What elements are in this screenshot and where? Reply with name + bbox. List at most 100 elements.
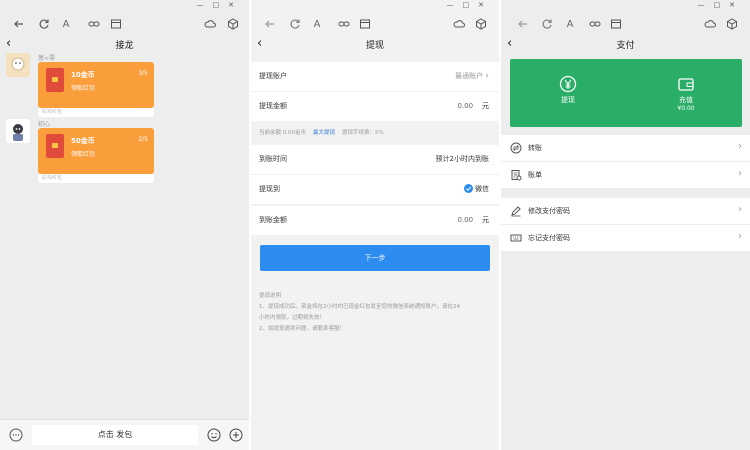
withdraw-amount-row: 提现金额 0.00 元	[251, 92, 499, 121]
avatar[interactable]	[6, 119, 30, 143]
toolbar: A	[251, 13, 499, 37]
red-packet-footer: 彩鸡红包	[38, 108, 154, 117]
page-title: 提现	[365, 41, 384, 51]
red-envelope-icon	[46, 68, 64, 92]
next-step-button[interactable]: 下一步	[260, 245, 490, 271]
nickname: 初心	[38, 121, 51, 128]
cloud-icon[interactable]	[203, 17, 217, 31]
arrival-amount-label: 到账金额	[259, 216, 287, 224]
menu-item-label: 忘记支付密码	[528, 234, 570, 242]
window-icon[interactable]	[609, 17, 623, 31]
input-bar: 点击 发包	[0, 419, 249, 450]
withdraw-account-value: 最通账户 ›	[455, 71, 489, 81]
emoji-icon[interactable]	[207, 428, 221, 442]
transfer-icon	[510, 142, 522, 154]
notes-line: 2、如提现遇到问题，请联系客服！	[259, 326, 346, 332]
withdraw-header: ‹ 提现	[251, 36, 499, 54]
close-icon[interactable]: ✕	[228, 1, 243, 9]
wallet-card: 提现 充值 ¥0.00	[510, 59, 742, 127]
recharge-amount: ¥0.00	[677, 105, 695, 112]
red-packet-count: 2/5	[138, 136, 148, 143]
withdraw-to-label: 提现到	[259, 185, 280, 193]
cube-icon[interactable]	[226, 17, 240, 31]
max-withdraw-link[interactable]: 最大提现	[313, 130, 335, 136]
window-controls: —□✕	[251, 0, 499, 9]
pay-panel: —□✕ A ‹ 支付 提现 充值 ¥0.00 转账 › 账单 › 修改支付密码 …	[501, 0, 750, 450]
wallet-icon	[678, 78, 694, 91]
red-packet[interactable]: 10金币 领取红包 3/5 彩鸡红包	[38, 62, 154, 117]
page-title: 接龙	[115, 41, 134, 51]
cloud-icon[interactable]	[703, 17, 717, 31]
minimize-icon[interactable]: —	[197, 1, 213, 9]
close-icon[interactable]: ✕	[729, 1, 744, 9]
menu-item-forgot-password[interactable]: 忘记支付密码 ›	[501, 225, 750, 251]
back-arrow-icon[interactable]	[516, 17, 530, 31]
pay-menu-group-2: 修改支付密码 › 忘记支付密码 ›	[501, 198, 750, 251]
withdraw-panel: —□✕ A ‹ 提现 提现账户 最通账户 › 提现金额 0.00 元 当前余额 …	[251, 0, 499, 450]
cloud-icon[interactable]	[452, 17, 466, 31]
toolbar: A	[0, 13, 249, 37]
withdraw-amount-input[interactable]: 0.00 元	[458, 101, 490, 111]
send-packet-button[interactable]: 点击 发包	[32, 425, 198, 445]
balance-hint-row: 当前余额 0.00金币 最大提现 提现手续费：5%	[259, 128, 384, 136]
voice-chat-icon[interactable]	[9, 428, 23, 442]
red-packet-subtitle: 领取红包	[71, 151, 96, 158]
withdraw-notes: 提现说明 1、提现成功后，资金将在2小时内已现金红包发至您的微信系统通知账户，请…	[259, 291, 491, 335]
back-arrow-icon[interactable]	[263, 17, 277, 31]
cube-icon[interactable]	[725, 17, 739, 31]
window-icon[interactable]	[358, 17, 372, 31]
minimize-icon[interactable]: —	[698, 1, 714, 9]
withdraw-shortcut[interactable]: 提现	[538, 75, 598, 105]
link-icon[interactable]	[337, 17, 351, 31]
red-packet-amount: 10金币	[71, 71, 95, 79]
maximize-icon[interactable]: □	[714, 1, 730, 9]
cube-icon[interactable]	[474, 17, 488, 31]
chevron-right-icon: ›	[738, 168, 742, 179]
notes-line: 小时内领取，过期将失效！	[259, 315, 326, 321]
menu-item-transfer[interactable]: 转账 ›	[501, 135, 750, 162]
chevron-right-icon: ›	[738, 231, 742, 242]
check-circle-icon	[463, 184, 473, 193]
maximize-icon[interactable]: □	[213, 1, 229, 9]
chat-header: ‹ 接龙	[0, 36, 249, 54]
red-packet-count: 3/5	[138, 70, 148, 77]
chat-panel: —□✕ A ‹ 接龙 葱<零 10金币 领取红包 3/5 彩鸡红包 初心 50金…	[0, 0, 249, 450]
red-packet-footer: 彩鸡红包	[38, 174, 154, 183]
menu-item-bill[interactable]: 账单 ›	[501, 162, 750, 188]
withdraw-to-row[interactable]: 提现到 微信	[251, 175, 499, 205]
bill-icon	[510, 169, 522, 181]
window-icon[interactable]	[109, 17, 123, 31]
arrival-time-row: 到账时间 预计2小时内到账	[251, 145, 499, 175]
red-packet-subtitle: 领取红包	[71, 85, 96, 92]
menu-item-label: 修改支付密码	[528, 207, 570, 215]
font-icon[interactable]: A	[563, 17, 577, 31]
arrival-amount-value: 0.00 元	[457, 216, 490, 224]
plus-icon[interactable]	[229, 428, 243, 442]
withdraw-account-row[interactable]: 提现账户 最通账户 ›	[251, 62, 499, 92]
refresh-icon[interactable]	[37, 17, 51, 31]
recharge-shortcut[interactable]: 充值 ¥0.00	[656, 75, 716, 112]
menu-item-label: 转账	[528, 144, 542, 152]
back-arrow-icon[interactable]	[12, 17, 26, 31]
link-icon[interactable]	[588, 17, 602, 31]
chevron-right-icon: ›	[485, 71, 489, 81]
menu-item-label: 账单	[528, 171, 542, 179]
menu-item-change-password[interactable]: 修改支付密码 ›	[501, 198, 750, 225]
refresh-icon[interactable]	[540, 17, 554, 31]
window-controls: —□✕	[501, 0, 750, 9]
page-title: 支付	[616, 41, 635, 51]
close-icon[interactable]: ✕	[478, 1, 493, 9]
maximize-icon[interactable]: □	[463, 1, 479, 9]
balance-hint: 当前余额 0.00金币	[259, 130, 306, 136]
font-icon[interactable]: A	[310, 17, 324, 31]
font-icon[interactable]: A	[59, 17, 73, 31]
refresh-icon[interactable]	[288, 17, 302, 31]
arrival-time-value: 预计2小时内到账	[435, 155, 489, 163]
arrival-amount-row: 到账金额 0.00 元	[251, 206, 499, 235]
minimize-icon[interactable]: —	[447, 1, 463, 9]
edit-icon	[510, 205, 522, 217]
link-icon[interactable]	[87, 17, 101, 31]
avatar[interactable]	[6, 53, 30, 77]
red-packet[interactable]: 50金币 领取红包 2/5 彩鸡红包	[38, 128, 154, 183]
notes-line: 1、提现成功后，资金将在2小时内已现金红包发至您的微信系统通知账户，请在24	[259, 304, 460, 310]
